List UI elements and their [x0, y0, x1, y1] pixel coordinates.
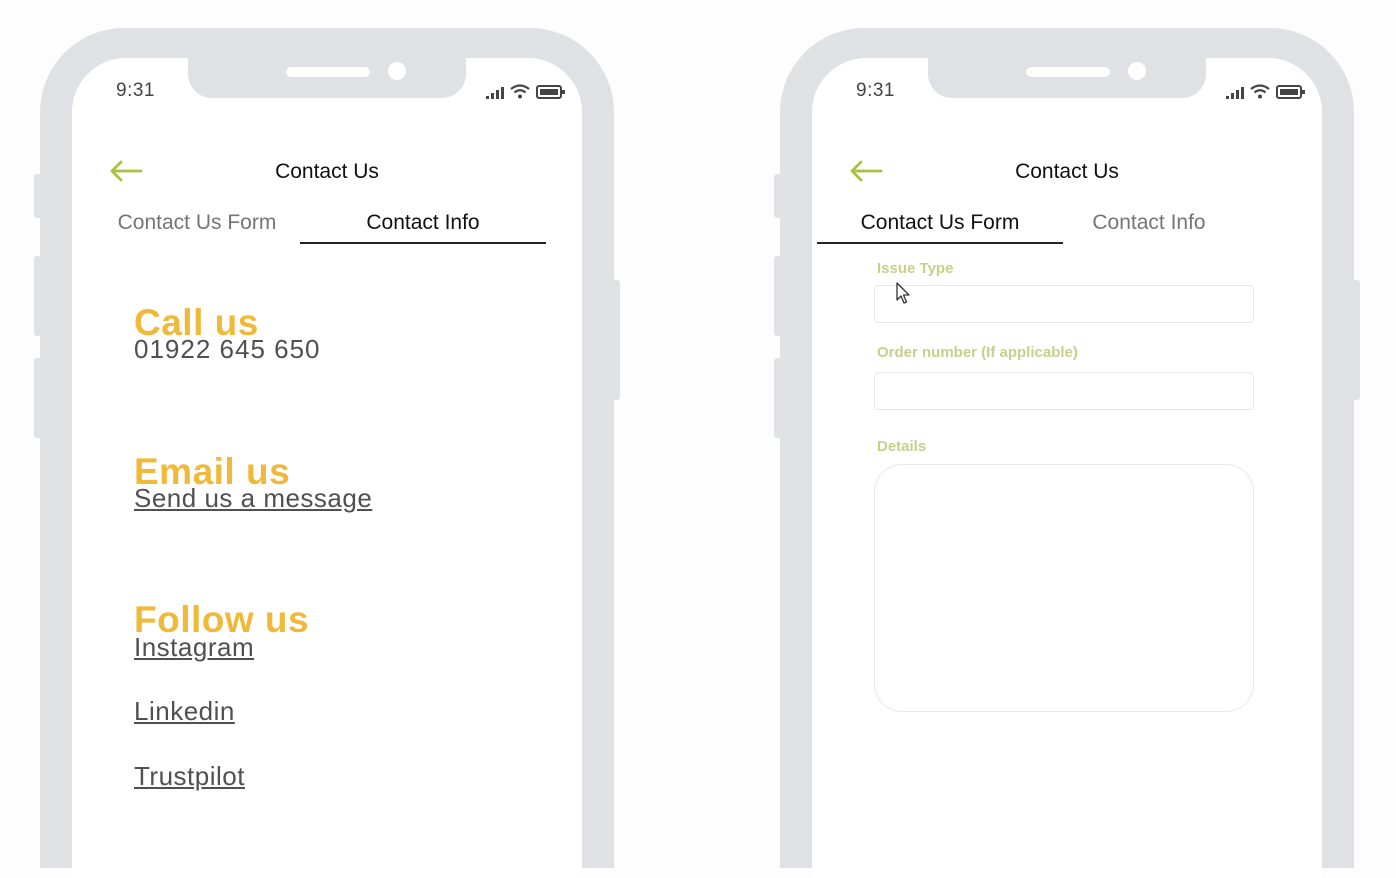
tab-bar: Contact Us Form Contact Info [812, 208, 1322, 244]
speaker [286, 67, 370, 77]
screen: 9:31 Contact Us Contact Us Form Contact … [72, 58, 582, 878]
notch [188, 58, 466, 98]
status-time: 9:31 [856, 80, 895, 101]
tab-contact-us-form[interactable]: Contact Us Form [817, 208, 1063, 244]
details-textarea[interactable] [874, 464, 1254, 712]
issue-type-input[interactable] [874, 285, 1254, 323]
wifi-icon [510, 84, 530, 99]
instagram-link[interactable]: Instagram [134, 632, 254, 663]
status-icons [1226, 84, 1305, 99]
tab-contact-info[interactable]: Contact Info [1074, 208, 1224, 242]
status-icons [486, 84, 565, 99]
phone-frame-contact-form: 9:31 Contact Us Contact Us Form Contact … [774, 28, 1360, 878]
trustpilot-link[interactable]: Trustpilot [134, 761, 245, 792]
front-camera [388, 62, 406, 80]
silent-switch [774, 174, 782, 218]
power-button [1352, 280, 1360, 400]
screen: 9:31 Contact Us Contact Us Form Contact … [812, 58, 1322, 878]
phone-number: 01922 645 650 [134, 334, 321, 364]
order-number-input[interactable] [874, 372, 1254, 410]
volume-up-button [34, 256, 42, 336]
speaker [1026, 67, 1110, 77]
details-label: Details [877, 438, 927, 455]
tab-contact-us-form[interactable]: Contact Us Form [92, 208, 302, 242]
power-button [612, 280, 620, 400]
linkedin-link[interactable]: Linkedin [134, 696, 235, 727]
phone-frame-contact-info: 9:31 Contact Us Contact Us Form Contact … [34, 28, 620, 878]
notch [928, 58, 1206, 98]
silent-switch [34, 174, 42, 218]
signal-icon [486, 87, 504, 99]
volume-down-button [34, 358, 42, 438]
status-time: 9:31 [116, 80, 155, 101]
battery-icon [536, 85, 565, 99]
issue-type-label: Issue Type [877, 260, 954, 277]
tab-contact-info[interactable]: Contact Info [300, 208, 546, 244]
order-number-label: Order number (If applicable) [877, 344, 1078, 361]
page-title: Contact Us [1015, 160, 1119, 183]
signal-icon [1226, 87, 1244, 99]
front-camera [1128, 62, 1146, 80]
volume-up-button [774, 256, 782, 336]
send-message-link[interactable]: Send us a message [134, 483, 372, 514]
page-title: Contact Us [275, 160, 379, 183]
tab-bar: Contact Us Form Contact Info [72, 208, 582, 244]
wifi-icon [1250, 84, 1270, 99]
mouse-cursor-icon [896, 282, 910, 304]
volume-down-button [774, 358, 782, 438]
battery-icon [1276, 85, 1305, 99]
